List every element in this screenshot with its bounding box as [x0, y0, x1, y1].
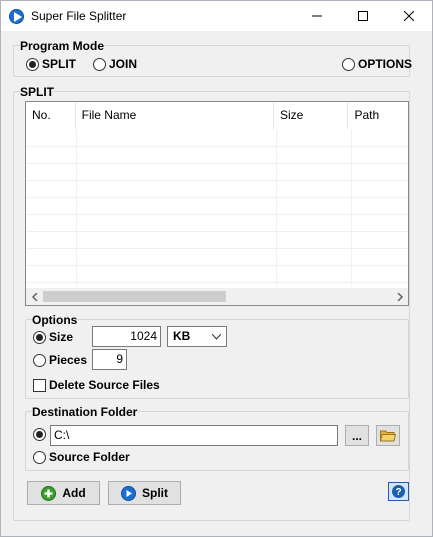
size-radio-label: Size: [49, 330, 74, 344]
source-folder-radio-button[interactable]: [33, 450, 46, 464]
options-radio-label: OPTIONS: [358, 57, 413, 71]
grid-line: [26, 146, 408, 147]
path-radio-button[interactable]: [33, 428, 46, 441]
add-icon: [41, 485, 57, 501]
chevron-down-icon: [212, 334, 221, 340]
program-mode-title: Program Mode: [20, 39, 105, 53]
join-radio-button[interactable]: [93, 57, 106, 71]
scroll-right-button[interactable]: [391, 288, 408, 305]
split-mode-radio[interactable]: SPLIT: [26, 57, 76, 71]
horizontal-scrollbar[interactable]: [26, 288, 408, 305]
path-radio-row[interactable]: [33, 428, 49, 441]
grid-line: [26, 248, 408, 249]
add-button-label: Add: [62, 486, 86, 500]
join-mode-radio[interactable]: JOIN: [93, 57, 137, 71]
chevron-left-icon: [31, 292, 38, 301]
minimize-button[interactable]: [294, 1, 340, 31]
scrollbar-thumb[interactable]: [43, 291, 226, 302]
grid-line: [276, 129, 277, 286]
grid-line: [26, 282, 408, 283]
app-icon: [9, 9, 24, 24]
pieces-radio-label: Pieces: [49, 353, 88, 367]
file-list-header: No. File Name Size Path: [26, 102, 408, 129]
browse-button[interactable]: ...: [345, 425, 369, 446]
grid-line: [351, 129, 352, 286]
pieces-mode-radio[interactable]: Pieces: [33, 353, 87, 367]
split-button[interactable]: Split: [108, 481, 181, 505]
delete-source-checkbox-row[interactable]: Delete Source Files: [33, 378, 160, 392]
close-icon: [404, 11, 414, 21]
grid-line: [76, 129, 77, 286]
file-list[interactable]: No. File Name Size Path: [25, 101, 409, 306]
grid-line: [26, 231, 408, 232]
size-unit-value: KB: [173, 329, 191, 343]
split-button-label: Split: [142, 486, 168, 500]
source-folder-label: Source Folder: [49, 450, 130, 464]
maximize-button[interactable]: [340, 1, 386, 31]
folder-icon: [380, 430, 396, 442]
delete-source-label: Delete Source Files: [49, 378, 160, 392]
destination-path-input[interactable]: C:\: [50, 425, 338, 446]
title-bar: Super File Splitter: [1, 1, 432, 31]
options-title: Options: [32, 313, 78, 327]
column-header-size[interactable]: Size: [274, 102, 349, 129]
minimize-icon: [312, 15, 322, 17]
app-window: Super File Splitter Program Mode SPLIT J…: [0, 0, 433, 537]
open-folder-button[interactable]: [376, 425, 400, 446]
split-radio-button[interactable]: [26, 57, 39, 71]
grid-line: [26, 197, 408, 198]
close-button[interactable]: [386, 1, 432, 31]
scroll-left-button[interactable]: [26, 288, 43, 305]
destination-title: Destination Folder: [32, 405, 138, 419]
svg-text:?: ?: [395, 487, 401, 498]
size-value-input[interactable]: 1024: [92, 326, 161, 347]
size-unit-select[interactable]: KB: [167, 326, 227, 347]
join-radio-label: JOIN: [109, 57, 138, 71]
help-button[interactable]: ?: [388, 482, 409, 501]
source-folder-radio[interactable]: Source Folder: [33, 450, 130, 464]
pieces-value-input[interactable]: 9: [92, 349, 127, 370]
size-radio-button[interactable]: [33, 330, 46, 344]
window-title: Super File Splitter: [31, 9, 127, 23]
grid-line: [26, 265, 408, 266]
pieces-radio-button[interactable]: [33, 353, 46, 367]
play-icon: [121, 485, 136, 501]
add-button[interactable]: Add: [27, 481, 100, 505]
help-icon: ?: [392, 485, 405, 498]
grid-line: [26, 180, 408, 181]
grid-line: [26, 214, 408, 215]
options-radio-button[interactable]: [342, 57, 355, 71]
split-section-title: SPLIT: [20, 85, 55, 99]
column-header-file-name[interactable]: File Name: [76, 102, 275, 129]
delete-source-checkbox[interactable]: [33, 378, 46, 392]
grid-line: [26, 163, 408, 164]
column-header-no[interactable]: No.: [26, 102, 76, 129]
split-radio-label: SPLIT: [42, 57, 77, 71]
size-mode-radio[interactable]: Size: [33, 330, 73, 344]
column-header-path[interactable]: Path: [348, 102, 408, 129]
options-mode-radio[interactable]: OPTIONS: [342, 57, 412, 71]
chevron-right-icon: [396, 292, 403, 301]
maximize-icon: [358, 11, 368, 21]
